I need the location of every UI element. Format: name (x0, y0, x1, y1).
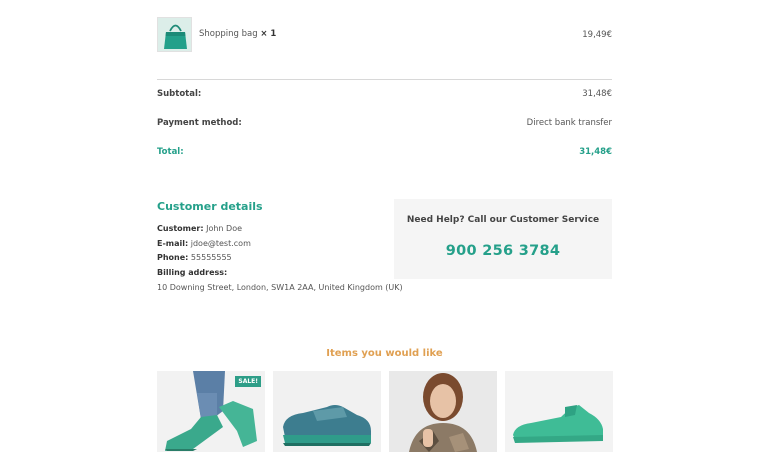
total-label: Total: (157, 147, 184, 157)
customer-phone-line: Phone: 55555555 (157, 253, 232, 262)
phone-value: 55555555 (190, 253, 232, 262)
phone-label: Phone: (157, 253, 189, 262)
help-title: Need Help? Call our Customer Service (406, 215, 600, 225)
product-image-sneaker (273, 371, 381, 452)
email-value: jdoe@test.com (190, 239, 251, 248)
shopping-bag-icon (158, 18, 191, 51)
billing-address-value: 10 Downing Street, London, SW1A 2AA, Uni… (157, 283, 403, 292)
total-value: 31,48€ (579, 147, 612, 157)
customer-name-line: Customer: John Doe (157, 224, 242, 233)
item-name-text: Shopping bag (199, 29, 258, 39)
product-image-knit-sneaker (505, 371, 613, 452)
customer-service-box: Need Help? Call our Customer Service 900… (394, 199, 612, 279)
item-qty: × 1 (260, 29, 277, 39)
billing-label: Billing address: (157, 268, 228, 277)
order-divider (157, 79, 612, 80)
payment-method-label: Payment method: (157, 118, 242, 128)
product-card-3[interactable] (389, 371, 497, 452)
customer-details-title: Customer details (157, 200, 263, 213)
product-card-1[interactable]: SALE! (157, 371, 265, 452)
order-item-name: Shopping bag × 1 (199, 29, 276, 39)
product-image-model (389, 371, 497, 452)
email-label: E-mail: (157, 239, 189, 248)
help-phone-number[interactable]: 900 256 3784 (394, 243, 612, 259)
subtotal-value: 31,48€ (582, 89, 612, 99)
recommendations-title: Items you would like (326, 348, 443, 359)
billing-address-label-line: Billing address: (157, 268, 227, 277)
subtotal-label: Subtotal: (157, 89, 202, 99)
customer-label: Customer: (157, 224, 204, 233)
product-card-4[interactable] (505, 371, 613, 452)
customer-value: John Doe (206, 224, 243, 233)
payment-method-value: Direct bank transfer (526, 118, 612, 128)
product-thumbnail-shopping-bag[interactable] (157, 17, 192, 52)
sale-badge: SALE! (235, 376, 261, 387)
order-item-price: 19,49€ (582, 30, 612, 40)
customer-email-line: E-mail: jdoe@test.com (157, 239, 251, 248)
product-card-2[interactable] (273, 371, 381, 452)
